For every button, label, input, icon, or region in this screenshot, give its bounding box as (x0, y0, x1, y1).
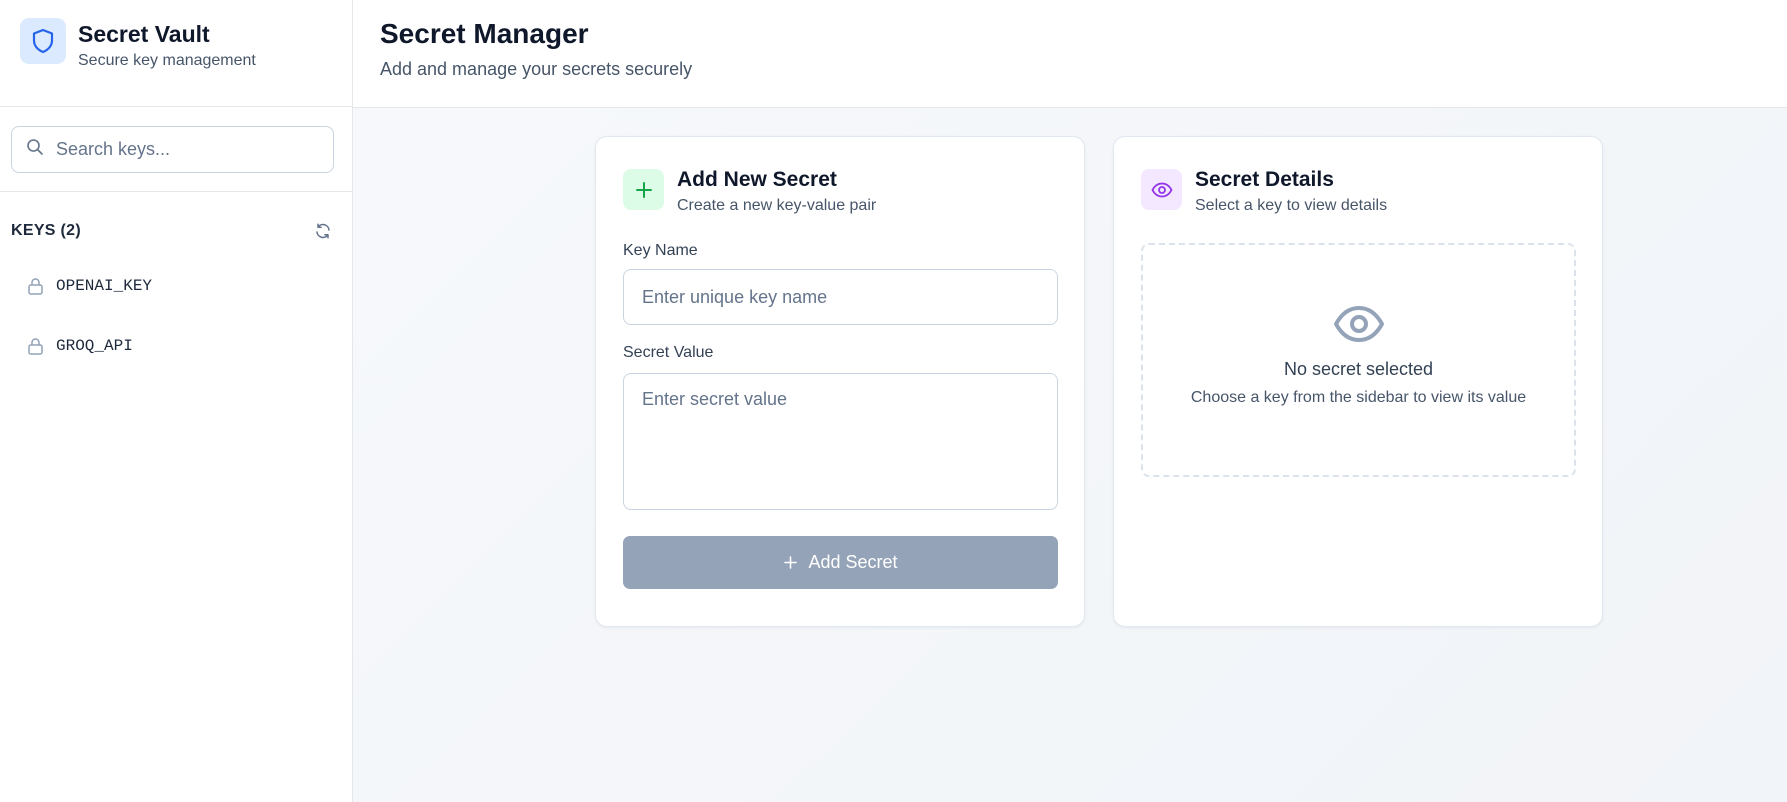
keys-count-heading: KEYS (2) (11, 222, 81, 239)
key-item-groq-api[interactable]: GROQ_API (0, 316, 352, 376)
lock-icon (27, 337, 44, 355)
key-list: OPENAI_KEY GROQ_API (0, 248, 352, 376)
card-subtitle: Select a key to view details (1195, 197, 1388, 214)
key-item-label: GROQ_API (56, 337, 133, 355)
keys-header: KEYS (2) (0, 192, 352, 248)
plus-icon (783, 555, 798, 570)
page-title: Secret Manager (380, 18, 589, 49)
add-secret-button[interactable]: Add Secret (623, 536, 1058, 589)
search-icon (26, 138, 44, 161)
search-section (0, 107, 352, 192)
page-subtitle: Add and manage your secrets securely (380, 59, 693, 79)
search-box[interactable] (11, 126, 334, 173)
add-secret-button-label: Add Secret (808, 552, 898, 572)
card-title: Secret Details (1195, 168, 1334, 191)
plus-icon (623, 169, 664, 210)
add-secret-card: Add New Secret Create a new key-value pa… (595, 136, 1085, 627)
sidebar: Secret Vault Secure key management KEYS … (0, 0, 353, 802)
brand-header: Secret Vault Secure key management (0, 0, 352, 107)
empty-state-title: No secret selected (1283, 359, 1434, 379)
card-subtitle: Create a new key-value pair (677, 197, 877, 214)
eye-icon (1333, 305, 1385, 343)
app-title: Secret Vault (78, 21, 210, 47)
key-item-label: OPENAI_KEY (56, 277, 153, 295)
empty-state-subtitle: Choose a key from the sidebar to view it… (1190, 389, 1527, 406)
app-subtitle: Secure key management (78, 52, 256, 69)
refresh-icon[interactable] (314, 222, 332, 240)
main-content: Add New Secret Create a new key-value pa… (353, 108, 1787, 802)
key-name-label: Key Name (623, 242, 698, 259)
key-item-openai-key[interactable]: OPENAI_KEY (0, 256, 352, 316)
key-name-input[interactable] (623, 269, 1058, 325)
page-header: Secret Manager Add and manage your secre… (353, 0, 1787, 108)
shield-icon (20, 18, 66, 64)
card-title: Add New Secret (677, 168, 837, 191)
empty-state: No secret selected Choose a key from the… (1141, 243, 1576, 477)
lock-icon (27, 277, 44, 295)
secret-value-input[interactable] (623, 373, 1058, 510)
secret-value-label: Secret Value (623, 344, 714, 361)
eye-icon (1141, 169, 1182, 210)
secret-details-card: Secret Details Select a key to view deta… (1113, 136, 1603, 627)
search-input[interactable] (56, 139, 316, 160)
